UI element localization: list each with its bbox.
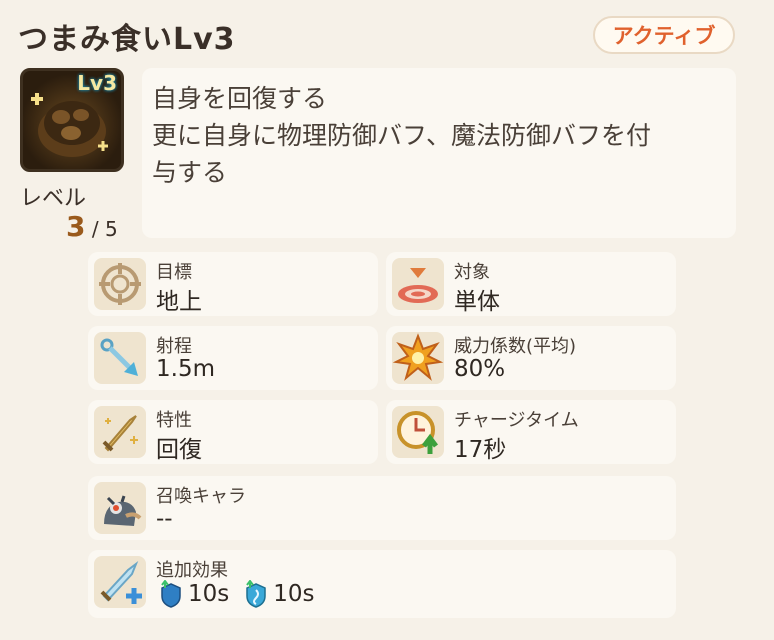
stat-scope-label: 対象 [454,262,490,283]
physical-defense-up-icon [161,580,181,608]
stat-trait-label: 特性 [156,410,192,431]
skill-description: 自身を回復する 更に自身に物理防御バフ、魔法防御バフを付 与する [142,68,736,238]
level-max: / 5 [91,217,118,241]
creature-icon [94,482,146,534]
effect-item: 10s [158,580,229,608]
skill-title: つまみ食いLv3 [18,22,236,57]
stat-range-label: 射程 [156,336,192,357]
stat-extra-label: 追加効果 [156,560,228,581]
description-line: 自身を回復する [152,84,328,113]
level-value: 3 / 5 [66,210,118,243]
skill-icon: Lv3 [20,68,124,172]
stat-target-value: 地上 [156,289,202,315]
clock-up-icon [392,406,444,458]
stat-scope-value: 単体 [454,289,500,315]
stat-trait-value: 回復 [156,437,202,463]
stat-target-label: 目標 [156,262,192,283]
stat-summon-label: 召喚キャラ [156,486,246,507]
stat-scope: 対象 単体 [386,252,676,316]
target-disc-icon [392,258,444,310]
stat-power-value: 80% [454,356,506,382]
crosshair-icon [94,258,146,310]
stat-target: 目標 地上 [88,252,378,316]
stat-summon-value: -- [156,506,173,532]
stat-extra: 追加効果 10s 10s [88,550,676,618]
stat-range: 射程 1.5m [88,326,378,390]
stat-trait: 特性 回復 [88,400,378,464]
stat-summon: 召喚キャラ -- [88,476,676,540]
arrow-range-icon [94,332,146,384]
sword-sparkle-icon [94,406,146,458]
stat-charge: チャージタイム 17秒 [386,400,676,464]
magic-defense-up-icon [246,580,266,608]
effect-duration: 10s [188,581,230,607]
stat-range-value: 1.5m [156,356,215,382]
effect-duration: 10s [273,581,315,607]
description-line: 更に自身に物理防御バフ、魔法防御バフを付 [152,121,652,150]
stat-power: 威力係数(平均) 80% [386,326,676,390]
sword-plus-icon [94,556,146,608]
burst-icon [392,332,444,384]
effect-item: 10s [243,580,315,608]
level-current: 3 [66,210,86,243]
level-label: レベル [20,186,87,211]
skill-icon-level: Lv3 [77,71,117,95]
skill-type-badge: アクティブ [593,16,735,54]
stat-power-label: 威力係数(平均) [454,336,577,357]
stat-charge-label: チャージタイム [454,410,579,431]
stat-charge-value: 17秒 [454,437,507,463]
description-line: 与する [152,158,228,187]
effect-list: 10s 10s [158,580,315,608]
